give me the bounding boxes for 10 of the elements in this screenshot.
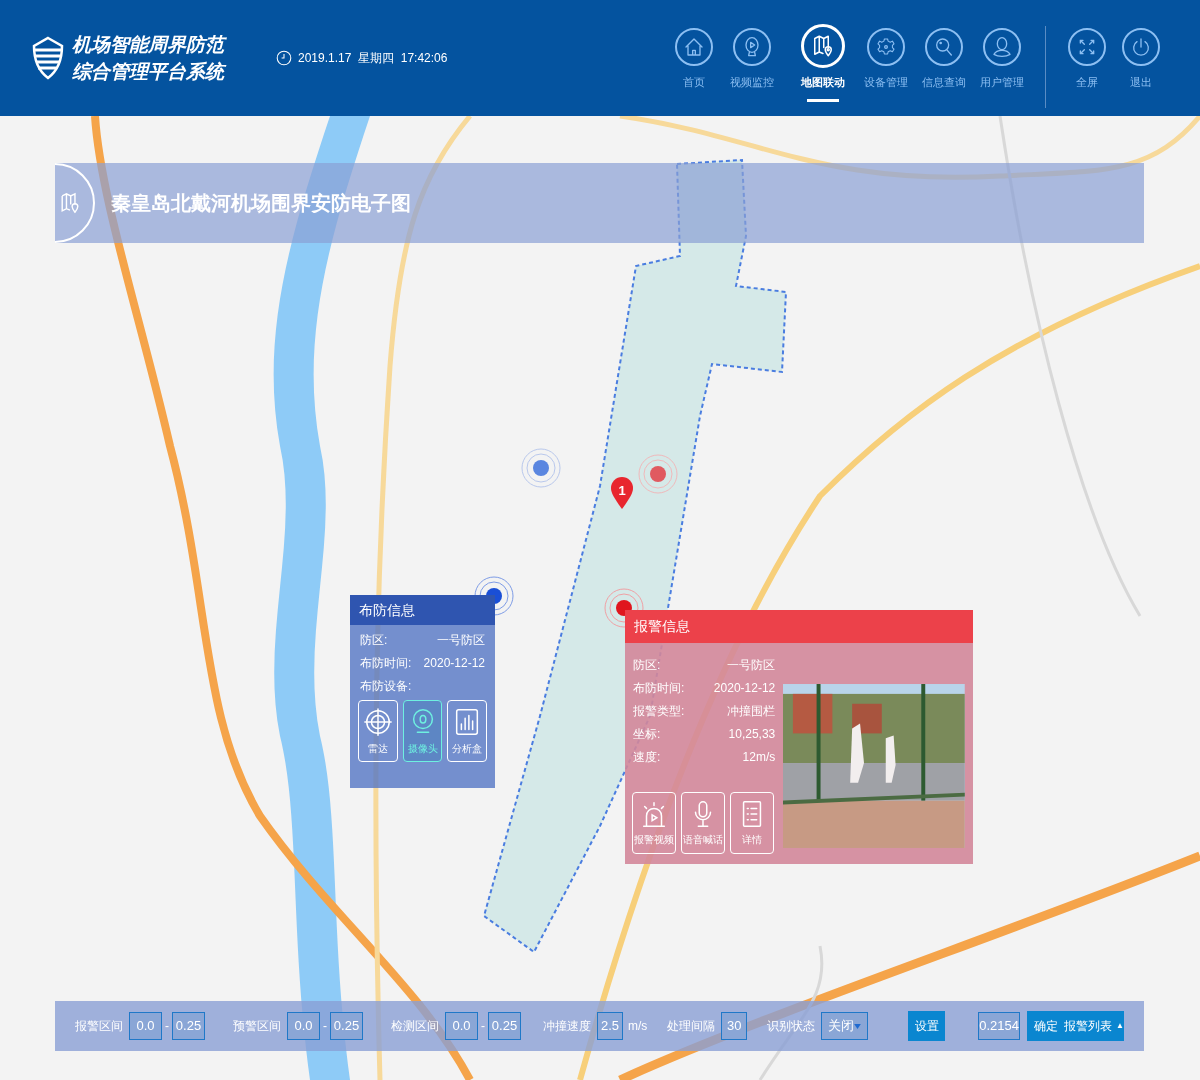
nav-tab[interactable]: 地图联动 bbox=[789, 8, 857, 102]
nav-tab[interactable]: 信息查询 bbox=[915, 8, 973, 102]
power-button[interactable]: 退出 bbox=[1114, 8, 1168, 91]
nav-tab[interactable]: 设备管理 bbox=[857, 8, 915, 102]
clock-icon bbox=[276, 49, 292, 67]
nav-tab[interactable]: 视频监控 bbox=[723, 8, 781, 102]
datetime-text: 2019.1.17 星期四 17:42:06 bbox=[298, 50, 448, 67]
nav-tab[interactable]: 用户管理 bbox=[973, 8, 1031, 102]
nav-tab[interactable]: 首页 bbox=[665, 8, 723, 102]
fullscreen-button[interactable]: 全屏 bbox=[1060, 8, 1114, 91]
